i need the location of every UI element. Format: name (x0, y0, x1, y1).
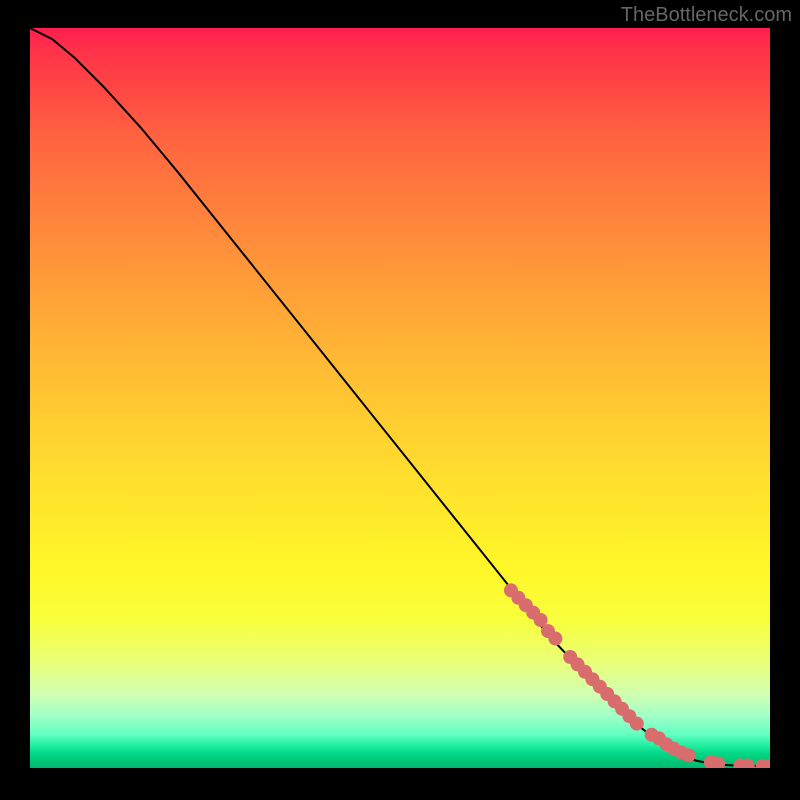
watermark-text: TheBottleneck.com (621, 4, 792, 27)
data-point-marker (682, 748, 696, 762)
data-markers (504, 583, 770, 768)
curve-line (30, 28, 770, 766)
chart-svg (30, 28, 770, 768)
bottleneck-curve (30, 28, 770, 766)
data-point-marker (630, 717, 644, 731)
data-point-marker (548, 632, 562, 646)
